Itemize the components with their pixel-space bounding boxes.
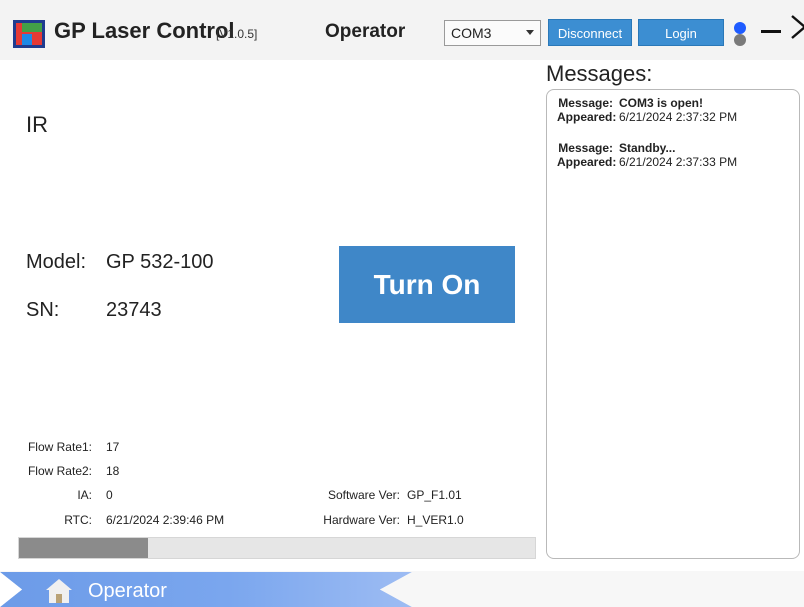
sn-label: SN: <box>26 299 60 321</box>
software-ver-value: GP_F1.01 <box>407 488 462 502</box>
status-indicator-blue <box>734 22 746 34</box>
message-item: Message: COM3 is open! Appeared: 6/21/20… <box>557 96 797 124</box>
flow-rate1-label: Flow Rate1: <box>27 440 92 454</box>
message-time: 6/21/2024 2:37:32 PM <box>619 110 738 124</box>
appeared-key: Appeared: <box>557 155 617 169</box>
nav-label: Operator <box>88 580 167 602</box>
role-label: Operator <box>325 21 406 42</box>
message-key: Message: <box>558 141 613 155</box>
hardware-ver-value: H_VER1.0 <box>407 513 464 527</box>
ia-value: 0 <box>106 488 113 502</box>
disconnect-button[interactable]: Disconnect <box>548 19 632 46</box>
laser-type: IR <box>26 112 48 137</box>
rtc-label: RTC: <box>64 513 92 527</box>
minimize-button[interactable] <box>761 30 781 33</box>
login-button[interactable]: Login <box>638 19 724 46</box>
home-icon <box>46 579 72 603</box>
status-indicator-gray <box>734 34 746 46</box>
messages-title: Messages: <box>546 61 653 86</box>
app-logo-icon <box>13 20 45 48</box>
ia-label: IA: <box>77 488 92 502</box>
software-ver-label: Software Ver: <box>327 488 400 502</box>
app-title: GP Laser Control <box>54 18 235 43</box>
hardware-ver-label: Hardware Ver: <box>323 513 400 527</box>
model-label: Model: <box>26 251 87 273</box>
chevron-down-icon <box>526 30 534 35</box>
flow-rate2-value: 18 <box>106 464 120 478</box>
message-time: 6/21/2024 2:37:33 PM <box>619 155 738 169</box>
close-icon[interactable] <box>790 14 804 40</box>
message-text: Standby... <box>619 141 676 155</box>
flow-rate2-label: Flow Rate2: <box>27 464 92 478</box>
port-select[interactable]: COM3 <box>444 20 541 46</box>
model-value: GP 532-100 <box>106 251 214 273</box>
appeared-key: Appeared: <box>557 110 617 124</box>
sn-value: 23743 <box>106 299 162 321</box>
message-item: Message: Standby... Appeared: 6/21/2024 … <box>557 141 797 169</box>
port-select-value: COM3 <box>451 25 492 41</box>
message-key: Message: <box>558 96 613 110</box>
progress-fill <box>19 538 148 558</box>
message-text: COM3 is open! <box>619 96 704 110</box>
app-version: [V1.0.5] <box>216 27 258 41</box>
messages-panel[interactable]: Message: COM3 is open! Appeared: 6/21/20… <box>546 89 800 559</box>
progress-bar <box>18 537 536 559</box>
turn-on-button[interactable]: Turn On <box>339 246 515 323</box>
rtc-value: 6/21/2024 2:39:46 PM <box>106 513 225 527</box>
flow-rate1-value: 17 <box>106 440 120 454</box>
